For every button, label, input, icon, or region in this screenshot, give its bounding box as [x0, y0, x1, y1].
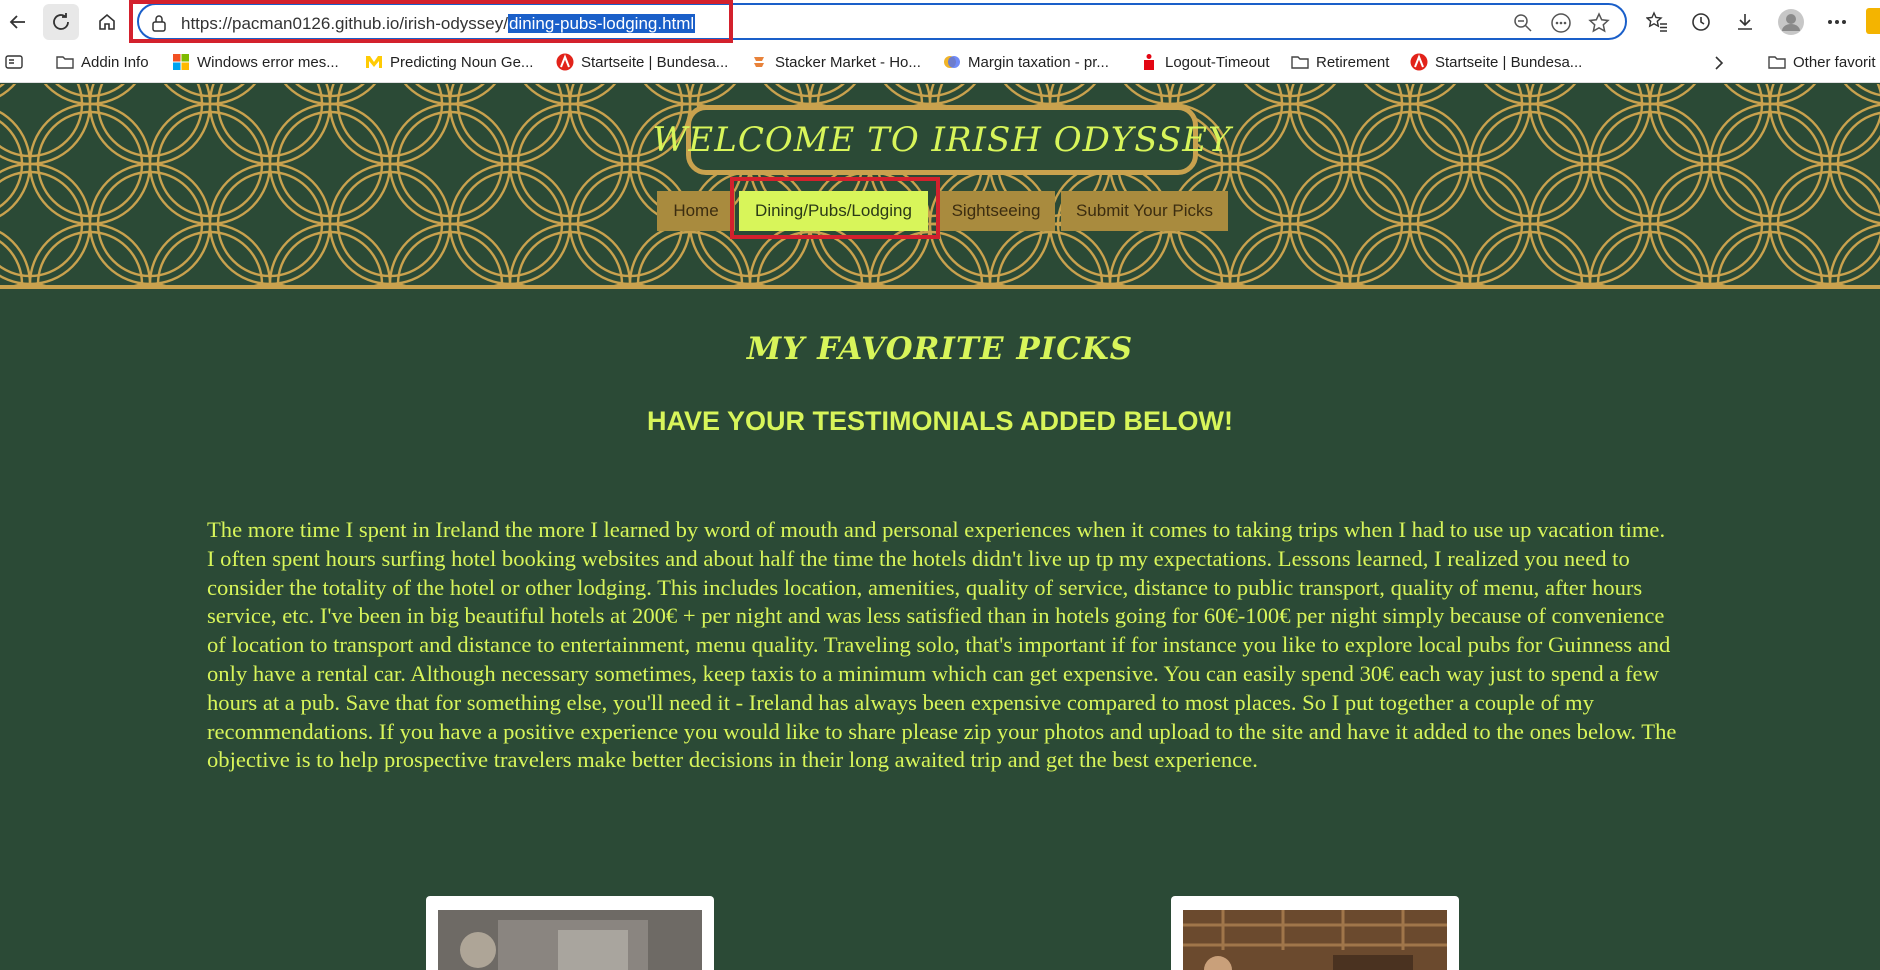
bookmark-item[interactable]: Margin taxation - pr...	[943, 53, 1109, 71]
margin-icon	[944, 56, 960, 68]
web-page: WELCOME TO IRISH ODYSSEY Home Dining/Pub…	[0, 84, 1880, 970]
bookmark-label: Stacker Market - Ho...	[775, 53, 921, 71]
arbeitsagentur-icon	[556, 53, 574, 71]
nav-home[interactable]: Home	[657, 191, 735, 231]
favorites-list-icon	[1646, 11, 1667, 32]
more-horizontal-icon	[1828, 20, 1846, 24]
bookmark-label: Windows error mes...	[197, 53, 339, 71]
bookmark-label: Logout-Timeout	[1165, 53, 1270, 71]
nav-label: Home	[673, 201, 719, 220]
bookmark-item[interactable]: Logout-Timeout	[1140, 53, 1270, 71]
bookmark-label: Margin taxation - pr...	[968, 53, 1109, 71]
nav-submit-your-picks[interactable]: Submit Your Picks	[1061, 191, 1228, 231]
download-icon	[1738, 14, 1752, 30]
folder-icon	[56, 56, 74, 69]
folder-icon	[1291, 56, 1309, 69]
downloads-button[interactable]	[1727, 4, 1763, 40]
home-button[interactable]	[89, 4, 125, 40]
profile-button[interactable]	[1773, 4, 1809, 40]
copilot-icon[interactable]	[1866, 8, 1880, 34]
history-icon	[1692, 13, 1710, 31]
lock-icon	[152, 15, 166, 32]
url-text[interactable]: https://pacman0126.github.io/irish-odyss…	[181, 14, 696, 34]
bookmark-label: Predicting Noun Ge...	[390, 53, 534, 71]
bookmark-item[interactable]: Predicting Noun Ge...	[365, 53, 533, 71]
zoom-icon[interactable]	[1509, 11, 1537, 35]
arbeitsagentur-icon	[1410, 53, 1428, 71]
nav-dining-pubs-lodging[interactable]: Dining/Pubs/Lodging	[739, 191, 928, 231]
back-button[interactable]	[0, 4, 36, 40]
home-icon	[99, 13, 115, 30]
more-tools-icon[interactable]	[1547, 11, 1575, 35]
reload-button[interactable]	[43, 4, 79, 40]
bookmark-label: Startseite | Bundesa...	[581, 53, 729, 71]
url-prefix: https://pacman0126.github.io/irish-odyss…	[181, 14, 508, 33]
intro-paragraph: The more time I spent in Ireland the mor…	[207, 517, 1677, 773]
bookmarks-bar: Addin Info Windows error mes... Predicti…	[0, 43, 1880, 83]
pub-photo	[1183, 910, 1447, 970]
bookmark-item[interactable]: Addin Info	[56, 53, 149, 71]
site-title: WELCOME TO IRISH ODYSSEY	[652, 120, 1232, 160]
bookmark-label: Retirement	[1316, 53, 1390, 71]
sparkasse-icon	[1144, 54, 1154, 70]
settings-menu-button[interactable]	[1819, 4, 1855, 40]
history-button[interactable]	[1683, 4, 1719, 40]
nav-label: Sightseeing	[951, 201, 1041, 220]
address-bar[interactable]: https://pacman0126.github.io/irish-odyss…	[137, 3, 1627, 40]
header-banner: WELCOME TO IRISH ODYSSEY Home Dining/Pub…	[0, 84, 1880, 289]
bookmark-label: Startseite | Bundesa...	[1435, 53, 1583, 71]
stacker-icon	[754, 57, 764, 67]
sidebar-toggle-icon[interactable]	[5, 55, 23, 69]
bookmark-label: Other favorit	[1793, 53, 1876, 71]
avatar-icon	[1778, 9, 1804, 35]
bookmark-item[interactable]: Startseite | Bundesa...	[1410, 53, 1582, 71]
main-nav: Home Dining/Pubs/Lodging Sightseeing Sub…	[0, 191, 1880, 231]
hotel-room-photo	[438, 910, 702, 970]
favorites-button[interactable]	[1639, 4, 1675, 40]
other-favorites-folder[interactable]: Other favorit	[1768, 53, 1876, 71]
favorite-star-icon[interactable]	[1585, 11, 1613, 35]
michigan-logo-icon	[366, 56, 382, 68]
windows-logo-icon	[173, 54, 189, 70]
back-arrow-icon	[9, 15, 25, 29]
page-subheading: HAVE YOUR TESTIMONIALS ADDED BELOW!	[646, 406, 1233, 436]
pick-card[interactable]	[426, 896, 714, 970]
nav-label: Dining/Pubs/Lodging	[755, 201, 912, 220]
nav-label: Submit Your Picks	[1075, 201, 1213, 220]
chevron-right-icon[interactable]	[1714, 56, 1724, 70]
bookmark-label: Addin Info	[81, 53, 149, 71]
url-selected-text: dining-pubs-lodging.html	[507, 14, 696, 33]
reload-icon	[53, 13, 69, 30]
browser-toolbar: https://pacman0126.github.io/irish-odyss…	[0, 0, 1880, 43]
nav-sightseeing[interactable]: Sightseeing	[937, 191, 1055, 231]
page-heading: MY FAVORITE PICKS	[746, 331, 1134, 367]
bookmark-item[interactable]: Startseite | Bundesa...	[556, 53, 728, 71]
site-title-box: WELCOME TO IRISH ODYSSEY	[652, 105, 1231, 175]
folder-icon	[1768, 56, 1786, 69]
bookmark-item[interactable]: Retirement	[1291, 53, 1389, 71]
pick-card[interactable]	[1171, 896, 1459, 970]
bookmark-item[interactable]: Stacker Market - Ho...	[750, 53, 921, 71]
bookmark-item[interactable]: Windows error mes...	[172, 53, 339, 71]
